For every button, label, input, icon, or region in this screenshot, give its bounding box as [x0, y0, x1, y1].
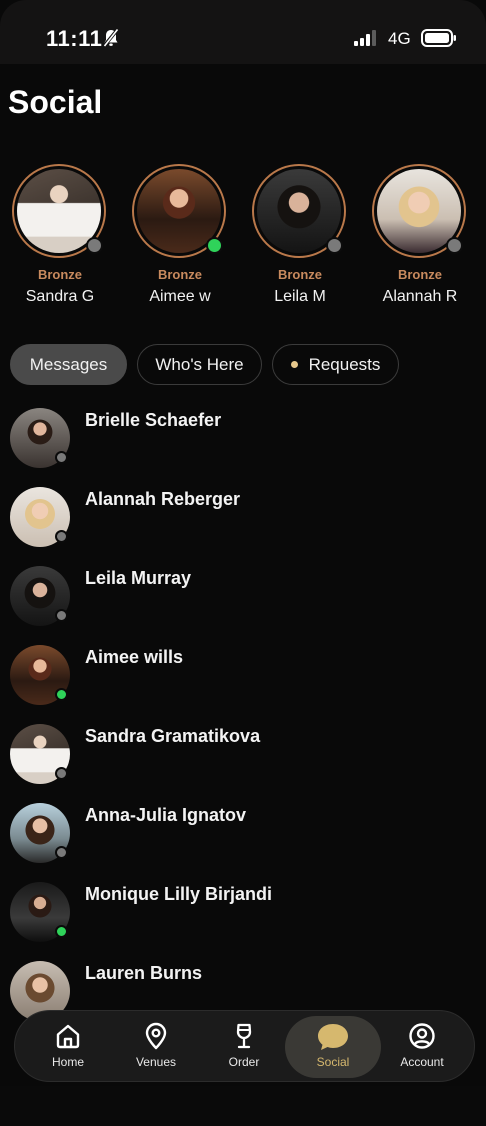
story-item[interactable]: Bronze Aimee w [120, 160, 240, 310]
home-icon [56, 1024, 80, 1049]
presence-dot [55, 609, 68, 622]
nav-social[interactable]: Social [285, 1016, 381, 1078]
story-item[interactable]: Bronze Leila M [240, 160, 360, 310]
list-item[interactable]: Leila Murray [0, 558, 486, 628]
network-label: 4G [388, 29, 411, 48]
contact-name: Monique Lilly Birjandi [85, 884, 273, 904]
home-indicator-area [0, 1086, 486, 1126]
contact-name: Brielle Schaefer [85, 410, 222, 430]
request-indicator-dot [290, 361, 298, 368]
presence-dot [55, 925, 68, 938]
nav-label: Home [51, 1055, 84, 1069]
story-name: Leila M [274, 288, 326, 305]
contact-name: Anna-Julia Ignatov [85, 805, 247, 825]
nav-label: Social [316, 1055, 350, 1069]
signal-icon [354, 30, 378, 51]
tab-messages[interactable]: Messages [10, 344, 127, 385]
list-item[interactable]: Anna-Julia Ignatov [0, 795, 486, 865]
nav-account[interactable]: Account [378, 1011, 466, 1083]
bottom-nav: Home Venues Order Social Account [14, 1010, 475, 1082]
nav-venues[interactable]: Venues [112, 1011, 200, 1083]
presence-dot [206, 237, 223, 254]
contact-name: Aimee wills [85, 647, 184, 667]
contact-name: Sandra Gramatikova [85, 726, 261, 746]
presence-dot [55, 688, 68, 701]
list-item[interactable]: Sandra Gramatikova [0, 716, 486, 786]
story-tier: Bronze [397, 267, 443, 282]
presence-dot [55, 846, 68, 859]
nav-label: Account [400, 1055, 444, 1069]
nav-order[interactable]: Order [200, 1011, 288, 1083]
status-time: 11:11 [46, 26, 103, 51]
list-item[interactable]: Aimee wills [0, 637, 486, 707]
mute-bell-icon [102, 27, 120, 53]
story-name: Sandra G [25, 288, 95, 305]
presence-dot [55, 530, 68, 543]
tab-label: Messages [29, 354, 108, 374]
story-name: Alannah R [382, 288, 458, 305]
status-bar: 11:11 4G [0, 0, 486, 64]
battery-icon [421, 29, 457, 52]
tab-requests[interactable]: Requests [272, 344, 399, 385]
story-row: Bronze Sandra G Bronze Aimee w Bronze Le… [0, 160, 486, 310]
story-item[interactable]: Bronze Sandra G [0, 160, 120, 310]
presence-dot [446, 237, 463, 254]
list-item[interactable]: Monique Lilly Birjandi [0, 874, 486, 944]
story-tier: Bronze [157, 267, 203, 282]
nav-home[interactable]: Home [24, 1011, 112, 1083]
list-item[interactable]: Brielle Schaefer [0, 400, 486, 470]
social-tabs: Messages Who's Here Requests [0, 344, 486, 386]
account-icon [409, 1023, 435, 1049]
story-item[interactable]: Bronze Alannah R [360, 160, 480, 310]
contact-name: Lauren Burns [85, 963, 203, 983]
list-item[interactable]: Alannah Reberger [0, 479, 486, 549]
contact-name: Alannah Reberger [85, 489, 241, 509]
wine-glass-icon [236, 1023, 252, 1049]
story-tier: Bronze [277, 267, 323, 282]
presence-dot [326, 237, 343, 254]
story-name: Aimee w [149, 288, 211, 305]
presence-dot [55, 451, 68, 464]
nav-label: Venues [135, 1055, 177, 1069]
nav-label: Order [228, 1055, 260, 1069]
page-title: Social [8, 84, 103, 120]
chat-bubble-icon [318, 1024, 348, 1050]
tab-label: Who's Here [155, 354, 244, 374]
story-tier: Bronze [37, 267, 83, 282]
tab-whos-here[interactable]: Who's Here [137, 344, 262, 385]
presence-dot [86, 237, 103, 254]
presence-dot [55, 767, 68, 780]
tab-label: Requests [308, 354, 381, 374]
contact-name: Leila Murray [85, 568, 192, 588]
location-pin-icon [145, 1022, 167, 1050]
